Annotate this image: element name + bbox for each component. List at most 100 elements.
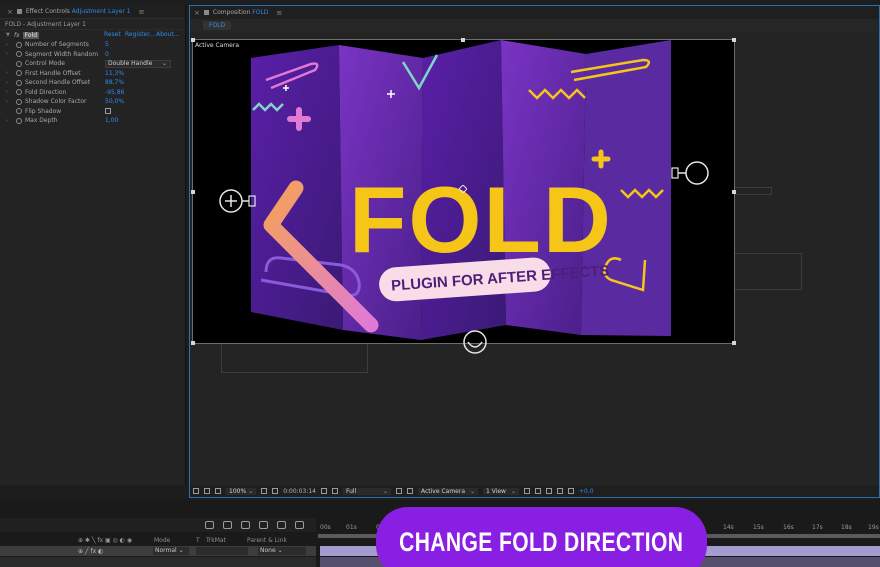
resolution-dropdown[interactable]: Full ⌄ — [342, 487, 391, 495]
comp-flowchart-icon[interactable] — [545, 488, 552, 494]
shy-layers-icon[interactable] — [241, 521, 250, 529]
selection-handle[interactable] — [191, 38, 195, 42]
composition-mini-flowchart-icon[interactable] — [205, 521, 214, 529]
ruler-tick-label: 16s — [783, 524, 794, 531]
selection-handle[interactable] — [191, 341, 195, 345]
stopwatch-icon[interactable] — [16, 108, 22, 115]
ruler-tick-label: 18s — [841, 524, 852, 531]
fast-previews-icon[interactable] — [523, 488, 530, 494]
layer-switch-icons[interactable]: ⊕ ╱ fx ◐ — [78, 548, 103, 555]
close-tab-icon[interactable]: × — [194, 9, 200, 17]
expand-arrow-icon[interactable]: › — [6, 89, 14, 95]
panel-lock-icon[interactable] — [16, 9, 22, 14]
zoom-dropdown[interactable]: 100% ⌄ — [226, 487, 257, 495]
anchor-point-icon[interactable] — [459, 185, 467, 193]
selection-handle[interactable] — [732, 190, 736, 194]
prop-value[interactable]: 5 — [105, 41, 109, 48]
prop-shadow-color-factor[interactable]: › Shadow Color Factor 50,0% — [0, 97, 185, 107]
expand-arrow-icon[interactable]: › — [6, 80, 14, 86]
stopwatch-icon[interactable] — [16, 79, 22, 86]
stopwatch-icon[interactable] — [16, 41, 22, 48]
color-channels-icon[interactable] — [331, 488, 338, 494]
trkmat-dropdown[interactable] — [196, 547, 248, 555]
composition-tab-label: Composition FOLD — [212, 9, 269, 16]
timeline-icon[interactable] — [534, 488, 541, 494]
mask-visibility-icon[interactable] — [215, 488, 221, 494]
graph-editor-icon[interactable] — [295, 521, 304, 529]
expand-arrow-icon[interactable]: › — [6, 70, 14, 76]
flip-shadow-checkbox[interactable] — [105, 107, 111, 114]
effect-header-row[interactable]: ▼ fx Fold Reset Register... About... — [0, 30, 185, 40]
prop-value[interactable]: 1,00 — [105, 117, 118, 124]
motion-blur-icon[interactable] — [277, 521, 286, 529]
first-handle-gizmo[interactable] — [213, 187, 263, 215]
close-tab-icon[interactable]: × — [7, 8, 13, 16]
region-of-interest-icon[interactable] — [395, 488, 402, 494]
selection-handle[interactable] — [732, 38, 736, 42]
selection-handle[interactable] — [732, 341, 736, 345]
stopwatch-icon[interactable] — [16, 51, 22, 58]
fx-toggle[interactable]: fx — [14, 32, 20, 39]
effect-name[interactable]: Fold — [22, 31, 40, 39]
parent-dropdown[interactable]: None ⌄ — [258, 547, 306, 555]
current-time[interactable]: 0:00:03:14 — [283, 488, 316, 495]
ruler-tick-label: 01s — [346, 524, 357, 531]
snapshot-camera-icon[interactable] — [320, 488, 327, 494]
second-handle-gizmo[interactable] — [670, 159, 716, 187]
prop-segment-width-random[interactable]: › Segment Width Random 0 — [0, 50, 185, 60]
draft-3d-icon[interactable] — [556, 488, 563, 494]
always-preview-icon[interactable] — [193, 488, 199, 494]
prop-value[interactable]: 50,0% — [105, 98, 124, 105]
register-link[interactable]: Register... — [125, 31, 155, 38]
panel-lock-icon[interactable] — [203, 10, 209, 15]
selection-handle[interactable] — [461, 38, 465, 42]
prop-number-of-segments[interactable]: › Number of Segments 5 — [0, 40, 185, 50]
effect-controls-tab[interactable]: × Effect Controls Adjustment Layer 1 ≡ — [0, 5, 185, 19]
panel-menu-icon[interactable]: ≡ — [276, 9, 282, 17]
draft-3d-toggle-icon[interactable] — [223, 521, 232, 529]
prop-value[interactable]: 88,7% — [105, 79, 124, 86]
prop-first-handle-offset[interactable]: › First Handle Offset 11,3% — [0, 69, 185, 79]
composition-breadcrumb[interactable]: FOLD — [203, 20, 232, 30]
camera-view-dropdown[interactable]: Active Camera ⌄ — [417, 487, 478, 495]
control-mode-dropdown[interactable]: Double Handle ⌄ — [105, 60, 171, 68]
reset-exposure-icon[interactable] — [567, 488, 574, 494]
about-link[interactable]: About... — [156, 31, 179, 38]
composition-tab[interactable]: × Composition FOLD ≡ — [190, 6, 879, 19]
fold-direction-rotate-icon[interactable] — [461, 330, 489, 356]
exposure-value[interactable]: +0,0 — [579, 488, 594, 495]
blend-mode-dropdown[interactable]: Normal ⌄ — [153, 547, 189, 555]
prop-second-handle-offset[interactable]: › Second Handle Offset 88,7% — [0, 78, 185, 88]
stopwatch-icon[interactable] — [16, 70, 22, 77]
stopwatch-icon[interactable] — [16, 117, 22, 124]
timeline-layer-row[interactable] — [0, 557, 316, 567]
prop-fold-direction[interactable]: › Fold Direction -95,86 — [0, 88, 185, 98]
transparency-icon[interactable] — [272, 488, 279, 494]
prop-flip-shadow[interactable]: Flip Shadow — [0, 107, 185, 117]
prop-control-mode[interactable]: Control Mode Double Handle ⌄ — [0, 59, 185, 69]
stopwatch-icon[interactable] — [16, 89, 22, 96]
stopwatch-icon[interactable] — [16, 98, 22, 105]
panel-menu-icon[interactable]: ≡ — [139, 8, 145, 16]
stopwatch-icon[interactable] — [16, 60, 22, 67]
grid-icon[interactable] — [261, 488, 268, 494]
timeline-layer-row[interactable]: ⊕ ╱ fx ◐ Normal ⌄ None ⌄ — [0, 546, 316, 556]
expand-arrow-icon[interactable]: ▼ — [6, 32, 14, 38]
view-layout-dropdown[interactable]: 1 View ⌄ — [482, 487, 519, 495]
prop-value[interactable]: -95,86 — [105, 89, 124, 96]
monitor-icon[interactable] — [204, 488, 210, 494]
expand-arrow-icon[interactable]: › — [6, 51, 14, 57]
reset-link[interactable]: Reset — [104, 31, 121, 38]
expand-arrow-icon[interactable]: › — [6, 42, 14, 48]
frame-blending-icon[interactable] — [259, 521, 268, 529]
expand-arrow-icon[interactable]: › — [6, 99, 14, 105]
prop-value[interactable]: 0 — [105, 51, 109, 58]
composition-viewport[interactable]: Active Camera FOLD PLUGIN FOR AFTER EFFE… — [190, 32, 879, 487]
camera-frame[interactable]: Active Camera FOLD PLUGIN FOR AFTER EFFE… — [191, 38, 736, 354]
effect-controls-tab-label: Effect Controls Adjustment Layer 1 — [25, 8, 131, 15]
prop-value[interactable]: 11,3% — [105, 70, 124, 77]
prop-max-depth[interactable]: › Max Depth 1,00 — [0, 116, 185, 126]
expand-arrow-icon[interactable]: › — [6, 118, 14, 124]
selection-handle[interactable] — [191, 190, 195, 194]
toggle-transparency-grid-icon[interactable] — [406, 488, 413, 494]
